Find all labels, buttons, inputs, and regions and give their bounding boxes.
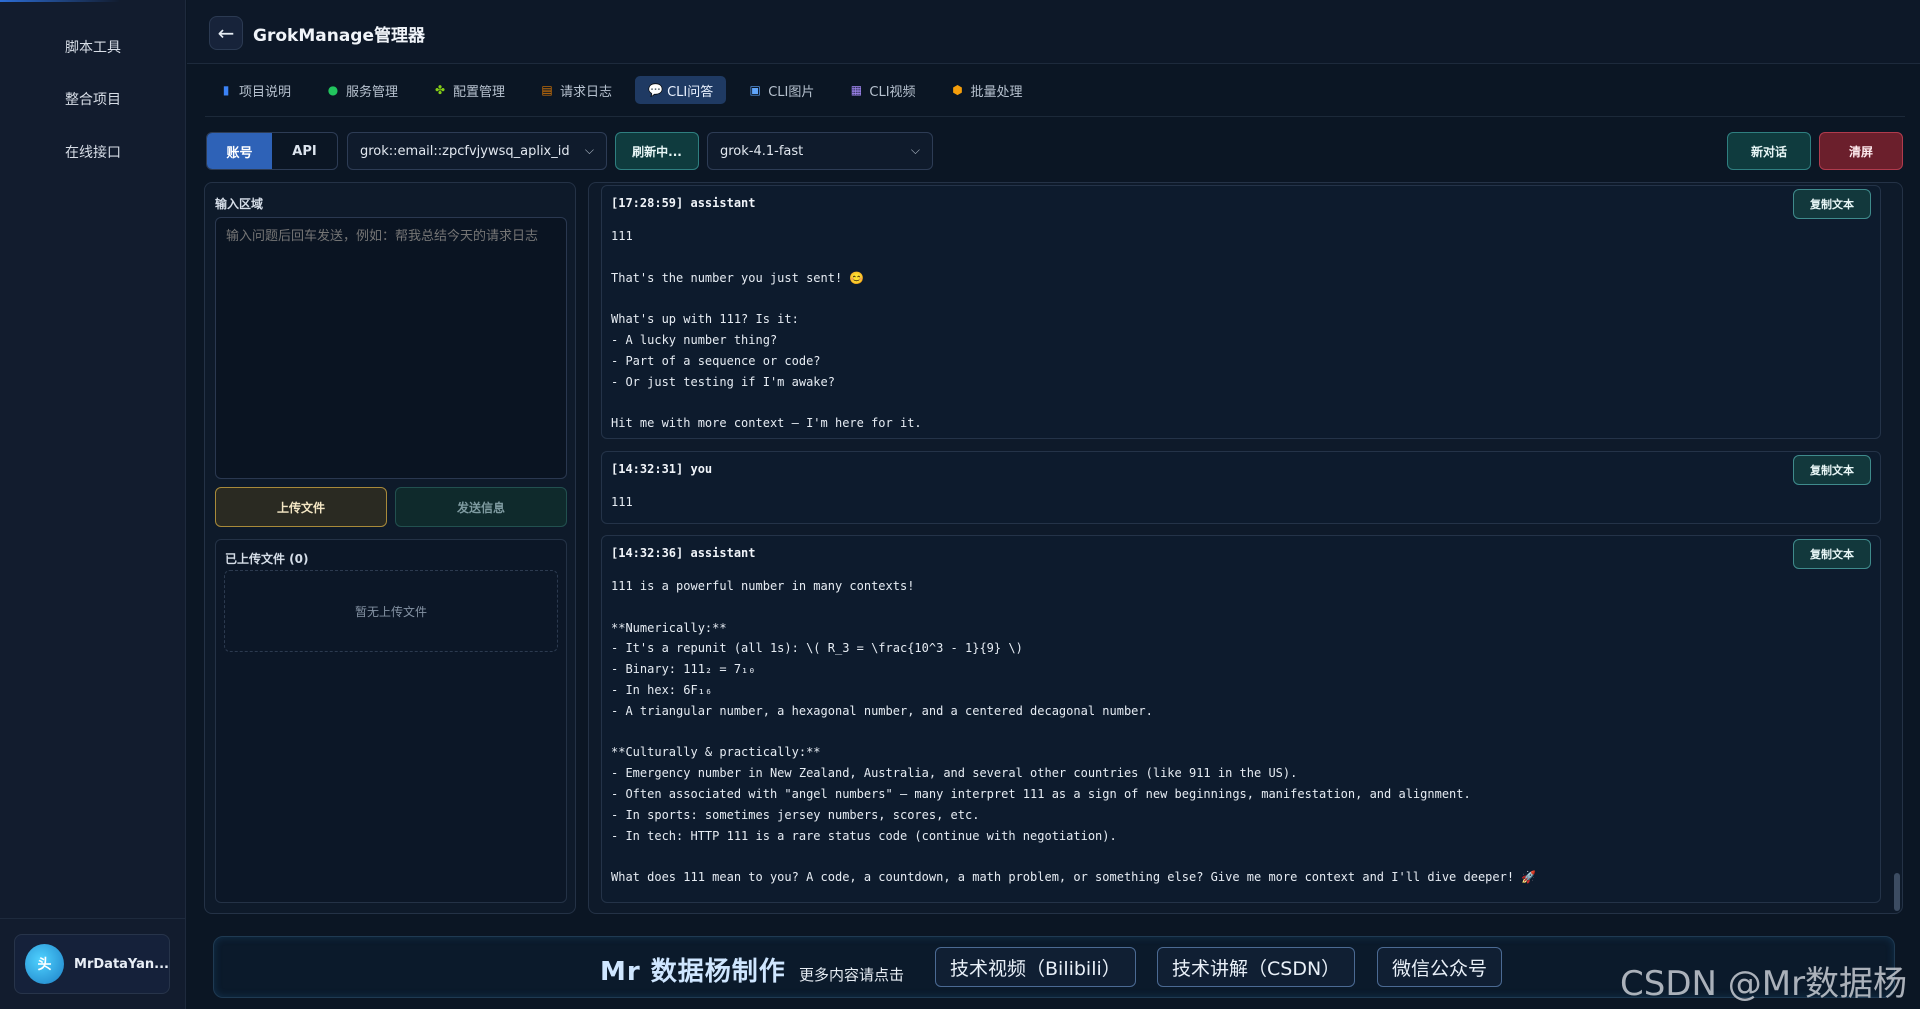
tab-label: CLI视频: [869, 84, 916, 100]
message-meta: [17:28:59] assistant: [611, 196, 756, 210]
tab-label: 配置管理: [453, 84, 506, 100]
tab-batch-processing[interactable]: ⬢ 批量处理: [939, 76, 1036, 104]
back-button[interactable]: ←: [209, 16, 243, 50]
header: ← GrokManage管理器: [187, 0, 1920, 64]
user-name: MrDataYan...: [74, 956, 169, 972]
book-icon: ▮: [222, 83, 230, 97]
uploaded-files-label: 已上传文件 (0): [225, 552, 309, 566]
clear-screen-button[interactable]: 清屏: [1819, 132, 1903, 170]
message-meta: [14:32:31] you: [611, 462, 713, 476]
app-title: GrokManage管理器: [253, 26, 425, 46]
copy-text-button[interactable]: 复制文本: [1793, 189, 1871, 219]
upload-file-button[interactable]: 上传文件: [215, 487, 387, 527]
tab-label: CLI图片: [768, 84, 815, 100]
message-body: 111 is a powerful number in many context…: [611, 579, 1537, 885]
mode-api-button[interactable]: API: [272, 133, 337, 169]
tab-request-log[interactable]: ▤ 请求日志: [528, 76, 625, 104]
arrow-left-icon: ←: [217, 21, 235, 45]
puzzle-icon: ✤: [435, 83, 446, 97]
input-panel: 输入区域 上传文件 发送信息 已上传文件 (0) 暂无上传文件: [204, 182, 576, 914]
send-message-button[interactable]: 发送信息: [395, 487, 567, 527]
new-chat-button[interactable]: 新对话: [1727, 132, 1811, 170]
input-section-label: 输入区域: [215, 197, 264, 211]
chat-icon: 💬: [648, 83, 664, 97]
tab-label: 项目说明: [239, 84, 292, 100]
tab-label: 请求日志: [560, 84, 613, 100]
tab-cli-chat[interactable]: 💬 CLI问答: [635, 76, 727, 104]
tab-label: 服务管理: [346, 84, 399, 100]
mode-account-button[interactable]: 账号: [207, 133, 272, 169]
bilibili-link[interactable]: 技术视频（Bilibili）: [935, 947, 1136, 987]
question-input[interactable]: [215, 217, 567, 479]
model-select-value: grok-4.1-fast: [720, 143, 804, 159]
chat-message: [14:32:31] you 复制文本 111: [601, 451, 1881, 524]
account-select-value: grok::email::zpcfvjywsq_aplix_id: [360, 143, 570, 159]
tab-label: CLI问答: [667, 84, 714, 100]
sidebar-item-script-tools[interactable]: 脚本工具: [0, 37, 186, 57]
tab-bar: ▮ 项目说明 ● 服务管理 ✤ 配置管理 ▤ 请求日志 💬 CLI问答 ▣ CL…: [207, 76, 1036, 106]
copy-text-button[interactable]: 复制文本: [1793, 455, 1871, 485]
chevron-down-icon: ⌵: [584, 143, 594, 157]
sidebar-item-integrated-projects[interactable]: 整合项目: [0, 89, 186, 109]
tab-cli-image[interactable]: ▣ CLI图片: [736, 76, 827, 104]
tabs-divider: [205, 116, 1905, 117]
sidebar: 脚本工具 整合项目 在线接口 头 MrDataYan...: [0, 0, 186, 1009]
brand-subtitle: 更多内容请点击: [799, 966, 905, 984]
wechat-link[interactable]: 微信公众号: [1377, 947, 1503, 987]
message-body: 111 That's the number you just sent! 😊 W…: [611, 229, 922, 431]
copy-text-button[interactable]: 复制文本: [1793, 539, 1871, 569]
sidebar-divider: [0, 918, 186, 919]
user-card[interactable]: 头 MrDataYan...: [14, 934, 170, 994]
log-icon: ▤: [541, 83, 553, 97]
message-meta: [14:32:36] assistant: [611, 546, 756, 560]
tab-cli-video[interactable]: ▦ CLI视频: [837, 76, 928, 104]
uploaded-files-empty: 暂无上传文件: [224, 570, 558, 652]
video-icon: ▦: [850, 83, 863, 97]
chat-panel: [17:28:59] assistant 复制文本 111 That's the…: [588, 182, 1903, 914]
brand-title: Mr 数据杨制作: [600, 957, 786, 987]
account-select[interactable]: grok::email::zpcfvjywsq_aplix_id ⌵: [347, 132, 607, 170]
uploaded-files-section: 已上传文件 (0) 暂无上传文件: [215, 539, 567, 903]
box-icon: ⬢: [952, 83, 963, 97]
chevron-down-icon: ⌵: [910, 143, 920, 157]
green-dot-icon: ●: [327, 83, 339, 97]
chat-message: [14:32:36] assistant 复制文本 111 is a power…: [601, 535, 1881, 903]
tab-config-management[interactable]: ✤ 配置管理: [421, 76, 518, 104]
watermark: CSDN @Mr数据杨: [1620, 964, 1908, 1004]
tab-service-management[interactable]: ● 服务管理: [314, 76, 411, 104]
message-body: 111: [611, 495, 633, 509]
csdn-link[interactable]: 技术讲解（CSDN）: [1157, 947, 1356, 987]
chat-message: [17:28:59] assistant 复制文本 111 That's the…: [601, 185, 1881, 439]
tab-label: 批量处理: [970, 84, 1023, 100]
avatar: 头: [25, 944, 65, 984]
chat-scrollbar[interactable]: [1894, 873, 1900, 911]
refresh-button[interactable]: 刷新中...: [615, 132, 699, 170]
model-select[interactable]: grok-4.1-fast ⌵: [707, 132, 933, 170]
tab-project-info[interactable]: ▮ 项目说明: [207, 76, 304, 104]
sidebar-item-online-api[interactable]: 在线接口: [0, 142, 186, 162]
image-icon: ▣: [749, 83, 761, 97]
mode-toggle: 账号 API: [206, 132, 338, 170]
